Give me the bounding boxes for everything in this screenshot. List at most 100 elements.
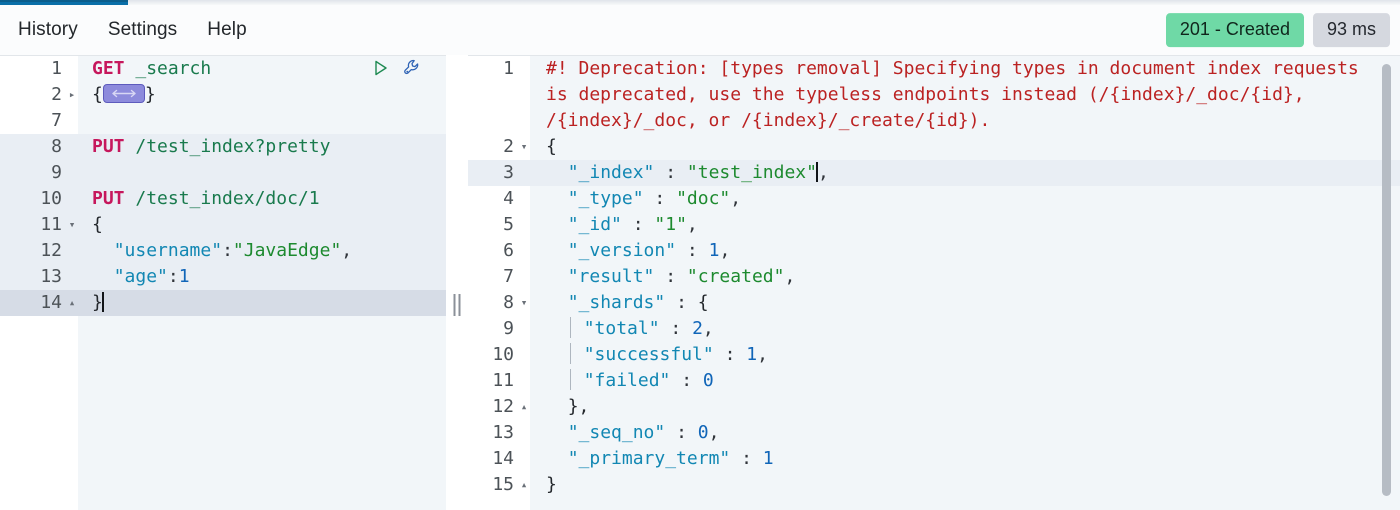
line-content[interactable]: PUT /test_index?pretty — [80, 134, 446, 160]
line-content[interactable]: "_type" : "doc", — [532, 186, 1400, 212]
line-content[interactable]: }, — [532, 394, 1400, 420]
response-line[interactable]: 1 #! Deprecation: [types removal] Specif… — [468, 56, 1400, 134]
http-method: PUT — [92, 136, 125, 157]
line-content[interactable]: "username":"JavaEdge", — [80, 238, 446, 264]
comma: , — [757, 344, 768, 365]
request-line[interactable]: 8 PUT /test_index?pretty — [0, 134, 446, 160]
response-line[interactable]: 9 "total" : 2, — [468, 316, 1400, 342]
request-line[interactable]: 10 PUT /test_index/doc/1 — [0, 186, 446, 212]
response-line[interactable]: 15 ▴ } — [468, 472, 1400, 498]
colon: : — [676, 292, 687, 313]
response-viewer-pane[interactable]: 1 #! Deprecation: [types removal] Specif… — [468, 55, 1400, 510]
line-content[interactable]: "_version" : 1, — [532, 238, 1400, 264]
json-number-value: 1 — [178, 266, 190, 287]
line-content[interactable]: { — [532, 134, 1400, 160]
response-line[interactable]: 2 ▾ { — [468, 134, 1400, 160]
line-content[interactable]: "total" : 2, — [532, 316, 1400, 342]
line-content[interactable]: { — [80, 212, 446, 238]
http-method: GET — [92, 58, 125, 79]
request-editor[interactable]: 1 GET _search 2 ▸ {} 7 8 PUT /test_index… — [0, 56, 446, 510]
line-content[interactable] — [80, 108, 446, 134]
line-content[interactable]: "result" : "created", — [532, 264, 1400, 290]
collapsed-code-widget[interactable] — [102, 84, 145, 103]
scrollbar-thumb[interactable] — [1382, 64, 1391, 496]
request-lines: 1 GET _search 2 ▸ {} 7 8 PUT /test_index… — [0, 56, 446, 316]
colon: : — [665, 266, 677, 287]
request-url: /test_index?pretty — [135, 136, 331, 157]
comma: , — [708, 422, 720, 443]
fold-toggle[interactable]: ▸ — [64, 82, 80, 108]
json-key: "age" — [113, 266, 168, 287]
json-key: "_version" — [567, 240, 677, 261]
response-line[interactable]: 14 "_primary_term" : 1 — [468, 446, 1400, 472]
line-content[interactable]: "_primary_term" : 1 — [532, 446, 1400, 472]
line-number: 1 — [503, 58, 514, 79]
response-line[interactable]: 12 ▴ }, — [468, 394, 1400, 420]
json-number-value: 1 — [708, 240, 720, 261]
request-line-active[interactable]: 14 ▴ } — [0, 290, 446, 316]
line-content[interactable]: "_seq_no" : 0, — [532, 420, 1400, 446]
json-number-value: 0 — [702, 370, 714, 391]
line-content[interactable]: } — [532, 472, 1400, 498]
menu-item-help[interactable]: Help — [203, 16, 250, 44]
line-number: 6 — [503, 240, 514, 261]
wrench-icon[interactable] — [402, 58, 422, 78]
response-line[interactable]: 10 "successful" : 1, — [468, 342, 1400, 368]
response-line[interactable]: 4 "_type" : "doc", — [468, 186, 1400, 212]
pane-splitter[interactable] — [446, 55, 468, 510]
json-key: "username" — [113, 240, 223, 261]
json-number-value: 2 — [692, 318, 703, 339]
menu-item-history[interactable]: History — [14, 16, 82, 44]
line-number: 11 — [492, 370, 514, 391]
response-line[interactable]: 5 "_id" : "1", — [468, 212, 1400, 238]
response-line[interactable]: 13 "_seq_no" : 0, — [468, 420, 1400, 446]
request-line[interactable]: 12 "username":"JavaEdge", — [0, 238, 446, 264]
line-content[interactable]: } — [80, 290, 446, 316]
line-content[interactable]: {} — [80, 82, 446, 108]
request-line[interactable]: 9 — [0, 160, 446, 186]
colon: : — [676, 422, 687, 443]
line-number: 2 — [51, 84, 62, 105]
menu-item-settings[interactable]: Settings — [104, 16, 181, 44]
fold-toggle[interactable]: ▴ — [516, 472, 532, 498]
request-line[interactable]: 11 ▾ { — [0, 212, 446, 238]
json-key: "_primary_term" — [567, 448, 731, 469]
line-content[interactable]: "failed" : 0 — [532, 368, 1400, 394]
line-content[interactable]: "_index" : "test_index", — [532, 160, 1400, 186]
fold-toggle[interactable]: ▴ — [516, 394, 532, 420]
request-line[interactable]: 7 — [0, 108, 446, 134]
response-line[interactable]: 6 "_version" : 1, — [468, 238, 1400, 264]
line-number: 10 — [492, 344, 514, 365]
splitter-handle[interactable] — [451, 292, 463, 318]
run-request-icon[interactable] — [372, 59, 390, 77]
indent-guide — [569, 317, 571, 338]
fold-toggle[interactable]: ▾ — [64, 212, 80, 238]
line-number: 1 — [51, 58, 62, 79]
line-number: 8 — [503, 292, 514, 313]
line-content[interactable]: "_id" : "1", — [532, 212, 1400, 238]
status-badge: 201 - Created — [1165, 13, 1304, 47]
request-editor-pane[interactable]: 1 GET _search 2 ▸ {} 7 8 PUT /test_index… — [0, 55, 446, 510]
line-content[interactable]: "successful" : 1, — [532, 342, 1400, 368]
fold-toggle[interactable]: ▾ — [516, 290, 532, 316]
line-number: 14 — [40, 292, 62, 313]
response-line[interactable]: 7 "result" : "created", — [468, 264, 1400, 290]
response-editor[interactable]: 1 #! Deprecation: [types removal] Specif… — [468, 56, 1400, 510]
line-content[interactable]: "_shards" : { — [532, 290, 1400, 316]
response-scrollbar[interactable] — [1382, 64, 1391, 504]
json-key: "result" — [567, 266, 655, 287]
response-line[interactable]: 3 "_index" : "test_index", — [468, 160, 1400, 186]
fold-toggle[interactable]: ▴ — [64, 290, 80, 316]
line-number: 11 — [40, 214, 62, 235]
request-line[interactable]: 13 "age":1 — [0, 264, 446, 290]
response-line[interactable]: 8 ▾ "_shards" : { — [468, 290, 1400, 316]
line-content[interactable]: PUT /test_index/doc/1 — [80, 186, 446, 212]
colon: : — [686, 240, 698, 261]
line-content[interactable]: "age":1 — [80, 264, 446, 290]
text-cursor — [101, 292, 104, 312]
request-line[interactable]: 2 ▸ {} — [0, 82, 446, 108]
response-line[interactable]: 11 "failed" : 0 — [468, 368, 1400, 394]
line-content[interactable] — [80, 160, 446, 186]
open-brace: { — [92, 214, 103, 235]
fold-toggle[interactable]: ▾ — [516, 134, 532, 160]
